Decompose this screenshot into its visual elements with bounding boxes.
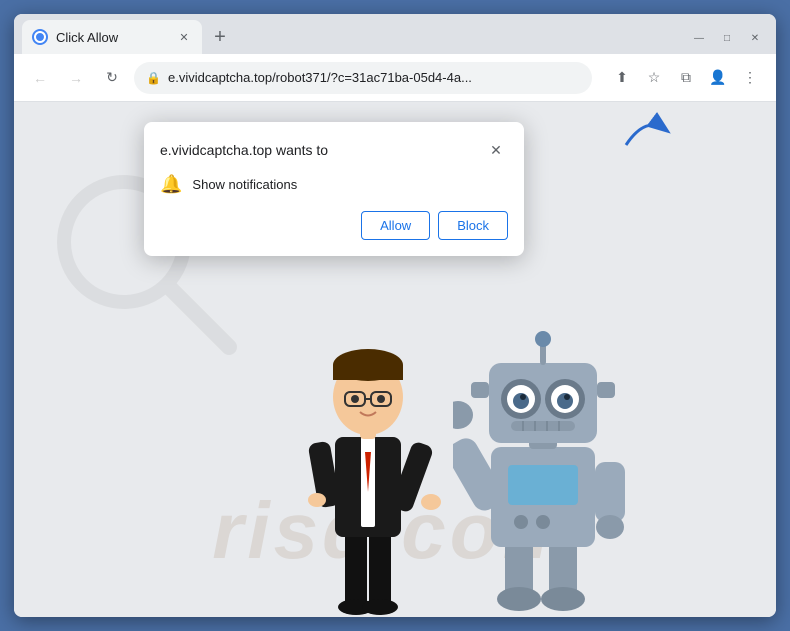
popup-close-button[interactable]: ✕ xyxy=(484,138,508,162)
notification-popup: e.vividcaptcha.top wants to ✕ 🔔 Show not… xyxy=(144,122,524,256)
tab-title: Click Allow xyxy=(56,30,168,45)
tab-close-button[interactable]: ✕ xyxy=(176,29,192,45)
blue-arrow xyxy=(616,110,676,150)
menu-button[interactable]: ⋮ xyxy=(736,64,764,92)
tab-favicon xyxy=(32,29,48,45)
url-text: e.vividcaptcha.top/robot371/?c=31ac71ba-… xyxy=(168,70,580,85)
close-button[interactable]: ✕ xyxy=(742,28,768,48)
browser-window: Click Allow ✕ + — □ ✕ ← → ↻ 🔒 e.vividcap… xyxy=(14,14,776,617)
active-tab[interactable]: Click Allow ✕ xyxy=(22,20,202,54)
split-view-button[interactable]: ⧉ xyxy=(672,64,700,92)
minimize-button[interactable]: — xyxy=(686,28,712,48)
man-character xyxy=(293,307,443,617)
bell-icon: 🔔 xyxy=(160,174,182,195)
profile-button[interactable]: 👤 xyxy=(704,64,732,92)
url-actions: ⬆ ☆ ⧉ 👤 ⋮ xyxy=(608,64,764,92)
robot-character xyxy=(453,307,633,617)
allow-button[interactable]: Allow xyxy=(361,211,430,240)
popup-notification-row: 🔔 Show notifications xyxy=(160,174,508,195)
window-controls: — □ ✕ xyxy=(686,28,768,48)
share-button[interactable]: ⬆ xyxy=(608,64,636,92)
lock-icon: 🔒 xyxy=(146,71,160,85)
page-content: risq.com xyxy=(14,102,776,617)
forward-button[interactable]: → xyxy=(62,64,90,92)
block-button[interactable]: Block xyxy=(438,211,508,240)
notification-text: Show notifications xyxy=(192,177,297,192)
reload-button[interactable]: ↻ xyxy=(98,64,126,92)
url-bar[interactable]: 🔒 e.vividcaptcha.top/robot371/?c=31ac71b… xyxy=(134,62,592,94)
tab-bar: Click Allow ✕ + — □ ✕ xyxy=(14,14,776,54)
popup-title: e.vividcaptcha.top wants to xyxy=(160,142,328,158)
characters xyxy=(293,307,633,617)
new-tab-button[interactable]: + xyxy=(206,23,234,51)
popup-header: e.vividcaptcha.top wants to ✕ xyxy=(160,138,508,162)
back-button[interactable]: ← xyxy=(26,64,54,92)
popup-buttons: Allow Block xyxy=(160,211,508,240)
bookmark-button[interactable]: ☆ xyxy=(640,64,668,92)
address-bar: ← → ↻ 🔒 e.vividcaptcha.top/robot371/?c=3… xyxy=(14,54,776,102)
maximize-button[interactable]: □ xyxy=(714,28,740,48)
